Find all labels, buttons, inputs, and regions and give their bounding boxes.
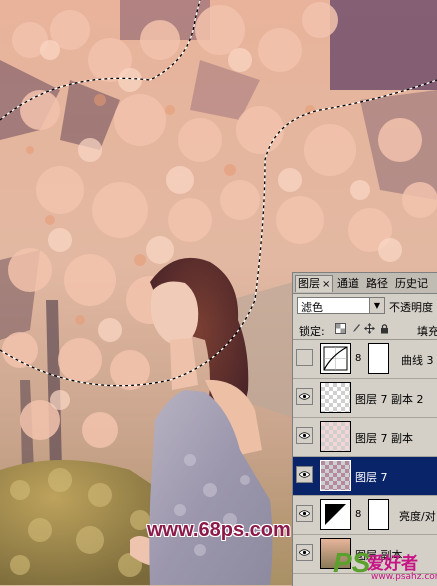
panel-tab-bar: 图层 × 通道 路径 历史记 xyxy=(293,273,437,294)
visibility-toggle[interactable] xyxy=(296,349,313,366)
layer-row-layer-7-copy-2[interactable]: 图层 7 副本 2 xyxy=(293,379,437,418)
tab-paths[interactable]: 路径 xyxy=(366,276,388,292)
fill-label: 填充 xyxy=(417,325,437,338)
lock-move-icon[interactable] xyxy=(364,323,375,334)
lock-label: 锁定: xyxy=(299,325,325,338)
tab-history[interactable]: 历史记 xyxy=(395,276,428,292)
logo-url-text: www.psahz.com xyxy=(371,572,437,582)
visibility-toggle[interactable] xyxy=(296,505,313,522)
chevron-down-icon[interactable]: ▼ xyxy=(369,298,384,313)
curves-adjustment-icon xyxy=(320,343,351,374)
eye-icon xyxy=(299,510,310,517)
blend-mode-select[interactable]: 滤色 ▼ xyxy=(297,297,385,314)
tab-history-label: 历史记 xyxy=(395,277,428,290)
layer-name: 图层 7 xyxy=(355,471,388,484)
layer-row-layer-7-copy[interactable]: 图层 7 副本 xyxy=(293,418,437,457)
eye-icon xyxy=(299,549,310,556)
tab-layers-label: 图层 xyxy=(298,277,320,290)
tab-channels-label: 通道 xyxy=(337,277,359,290)
layer-name: 图层 7 副本 2 xyxy=(355,393,424,406)
layers-panel: 图层 × 通道 路径 历史记 滤色 ▼ 不透明度 锁定: 填充 8 曲线 3 图… xyxy=(292,272,437,586)
eye-icon xyxy=(299,432,310,439)
layer-mask-thumbnail[interactable] xyxy=(368,343,389,374)
layer-row-brightness-contrast[interactable]: 8 亮度/对 xyxy=(293,496,437,535)
opacity-label: 不透明度 xyxy=(389,301,433,314)
layer-thumbnail xyxy=(320,382,351,413)
eye-icon xyxy=(299,393,310,400)
logo-ps-text: PS xyxy=(333,547,371,578)
layer-name: 亮度/对 xyxy=(399,510,436,523)
visibility-toggle[interactable] xyxy=(296,544,313,561)
link-icon[interactable]: 8 xyxy=(355,509,361,520)
lock-all-icon[interactable] xyxy=(379,323,390,334)
lock-row: 锁定: 填充 xyxy=(293,319,437,340)
link-icon[interactable]: 8 xyxy=(355,353,361,364)
tab-layers[interactable]: 图层 × xyxy=(295,275,334,292)
lock-transparency-icon[interactable] xyxy=(335,323,346,334)
eye-icon xyxy=(299,471,310,478)
logo-title-text: 爱好者 xyxy=(367,554,418,574)
layer-name: 图层 7 副本 xyxy=(355,432,413,445)
blend-mode-row: 滤色 ▼ 不透明度 xyxy=(293,295,437,317)
lock-brush-icon[interactable] xyxy=(350,323,361,334)
blend-mode-value: 滤色 xyxy=(301,301,323,314)
visibility-toggle[interactable] xyxy=(296,388,313,405)
brightness-adjustment-icon xyxy=(320,499,351,530)
close-icon[interactable]: × xyxy=(322,279,330,290)
layer-mask-thumbnail[interactable] xyxy=(368,499,389,530)
tab-paths-label: 路径 xyxy=(366,277,388,290)
layer-thumbnail xyxy=(320,460,351,491)
watermark-url: www.68ps.com xyxy=(147,519,291,541)
layer-row-layer-7[interactable]: 图层 7 xyxy=(293,457,437,496)
layer-thumbnail xyxy=(320,421,351,452)
visibility-toggle[interactable] xyxy=(296,427,313,444)
layer-row-curves-3[interactable]: 8 曲线 3 xyxy=(293,340,437,379)
visibility-toggle[interactable] xyxy=(296,466,313,483)
layer-name: 曲线 3 xyxy=(401,354,434,367)
tab-channels[interactable]: 通道 xyxy=(337,276,359,292)
watermark-logo: PS 爱好者 www.psahz.com xyxy=(331,545,437,585)
